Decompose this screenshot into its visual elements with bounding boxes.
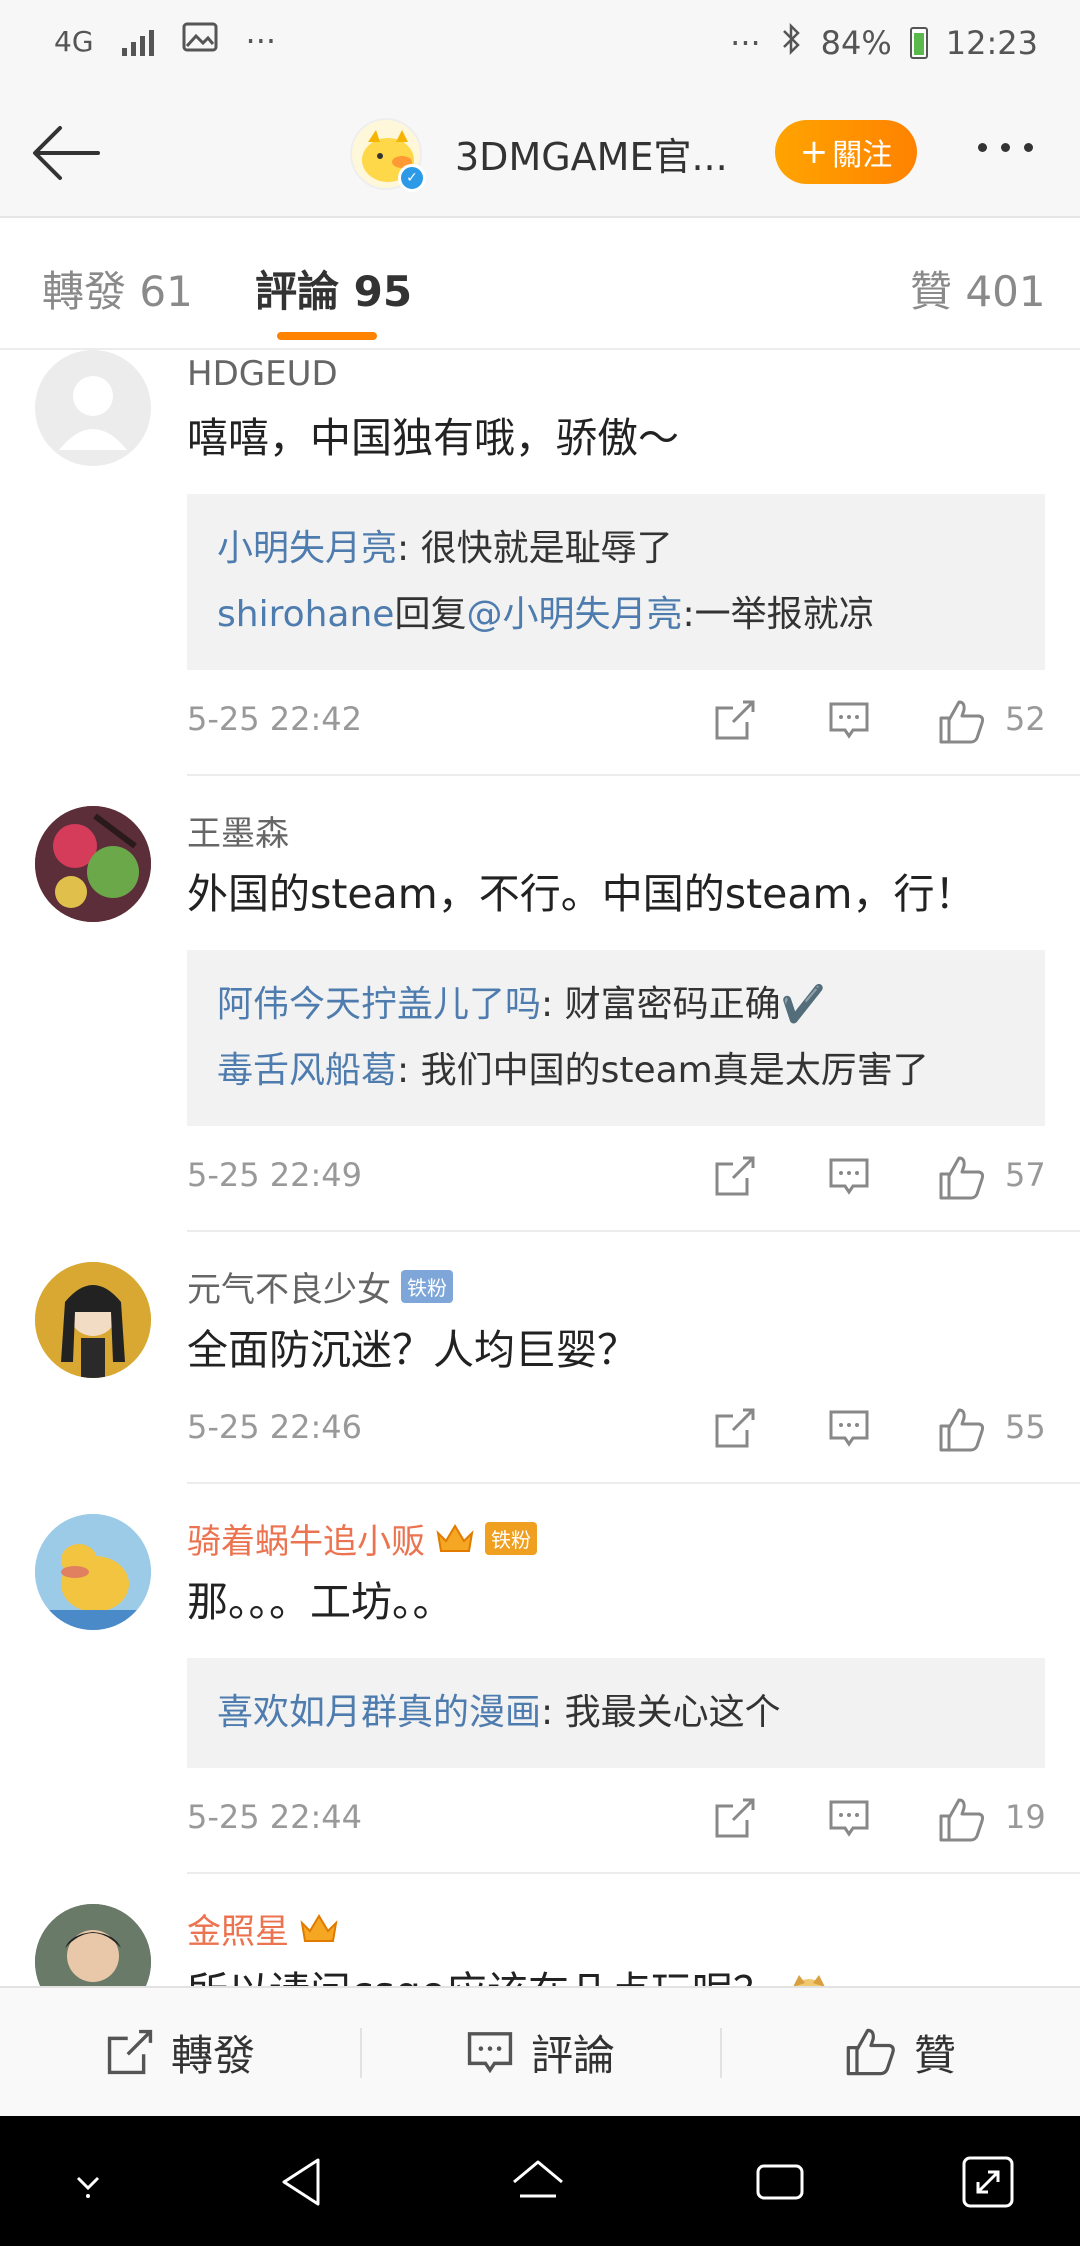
like-count: 19 [1005, 1798, 1046, 1836]
like-icon[interactable] [937, 1796, 987, 1844]
reply-item: 喜欢如月群真的漫画: 我最关心这个 [217, 1692, 781, 1733]
comment-item: V 金照星 所以请问csgo应该在几点玩呢？ [35, 1874, 1080, 1986]
tab-likes[interactable]: 贊 401 [910, 258, 1046, 319]
vip-crown-icon [436, 1524, 474, 1552]
reply-box[interactable]: 阿伟今天拧盖儿了吗: 财富密码正确✔️ 毒舌风船葛: 我们中国的steam真是太… [187, 950, 1045, 1126]
more-options-button[interactable] [978, 143, 1033, 152]
comment-item: 骑着蜗牛追小贩 铁粉 那。。。工坊。。 喜欢如月群真的漫画: 我最关心这个 5-… [35, 1484, 1080, 1874]
comment-username[interactable]: 元气不良少女 铁粉 [187, 1262, 1080, 1310]
like-icon[interactable] [937, 698, 987, 746]
follow-button[interactable]: + 關注 [775, 120, 917, 184]
like-count: 57 [1005, 1156, 1046, 1194]
avatar[interactable] [35, 1262, 151, 1378]
comment-item: 元气不良少女 铁粉 全面防沉迷？人均巨婴？ 5-25 22:46 55 [35, 1232, 1080, 1484]
reply-box[interactable]: 小明失月亮: 很快就是耻辱了 shirohane回复@小明失月亮:一举报就凉 [187, 494, 1045, 670]
like-count: 52 [1005, 700, 1046, 738]
network-label: 4G [54, 24, 94, 58]
comment-username[interactable]: 王墨森 [187, 806, 1080, 854]
comment-icon[interactable] [827, 1796, 871, 1840]
comment-text: 那。。。工坊。。 [187, 1578, 454, 1626]
avatar[interactable] [35, 806, 151, 922]
like-icon[interactable] [937, 1154, 987, 1202]
vip-crown-icon [300, 1914, 338, 1942]
bottom-action-bar: 轉發 評論 贊 [0, 1986, 1080, 2116]
verified-badge-icon: ✓ [398, 164, 426, 192]
comment-icon[interactable] [827, 1406, 871, 1450]
comment-text: 外国的steam，不行。中国的steam，行！ [187, 870, 976, 918]
comment-time: 5-25 22:42 [187, 700, 363, 738]
comment-text: 全面防沉迷？人均巨婴？ [187, 1326, 638, 1374]
comment-meta: 5-25 22:44 19 [187, 1768, 1080, 1872]
nav-recents-icon[interactable] [750, 2152, 810, 2212]
avatar[interactable] [35, 1904, 151, 1986]
tab-reposts[interactable]: 轉發 61 [42, 258, 193, 319]
comment-button[interactable]: 評論 [360, 1988, 720, 2116]
profile-name[interactable]: 3DMGAME官... [455, 126, 728, 181]
signal-icon [121, 26, 154, 56]
share-icon[interactable] [713, 1406, 757, 1450]
comment-time: 5-25 22:44 [187, 1798, 363, 1836]
gallery-icon [182, 22, 218, 60]
reply-item: 毒舌风船葛: 我们中国的steam真是太厉害了 [217, 1050, 929, 1091]
fan-badge: 铁粉 [485, 1521, 537, 1555]
repost-button[interactable]: 轉發 [0, 1988, 360, 2116]
comment-time: 5-25 22:49 [187, 1156, 363, 1194]
comment-icon[interactable] [827, 1154, 871, 1198]
comment-item: HDGEUD 嘻嘻，中国独有哦，骄傲～ 小明失月亮: 很快就是耻辱了 shiro… [35, 350, 1080, 776]
bluetooth-icon [779, 22, 803, 64]
like-icon[interactable] [937, 1406, 987, 1454]
avatar[interactable] [35, 1514, 151, 1630]
reply-item: shirohane回复@小明失月亮:一举报就凉 [217, 594, 875, 635]
status-bar: 4G ··· ··· 84% 12:23 [0, 0, 1080, 88]
battery-percent: 84% [820, 24, 892, 62]
system-nav-bar [0, 2116, 1080, 2246]
comment-icon [467, 2032, 513, 2074]
like-count: 55 [1005, 1408, 1046, 1446]
tab-bar: 轉發 61 評論 95 贊 401 [0, 218, 1080, 350]
comment-username[interactable]: 金照星 [187, 1904, 1080, 1952]
share-icon[interactable] [713, 698, 757, 742]
comment-username[interactable]: 骑着蜗牛追小贩 铁粉 [187, 1514, 1080, 1562]
more-status: ··· [730, 24, 761, 62]
active-tab-indicator [277, 332, 377, 340]
comment-username[interactable]: HDGEUD [187, 350, 1080, 398]
comment-text: 所以请问csgo应该在几点玩呢？ [187, 1964, 1080, 1986]
expand-icon[interactable] [958, 2152, 1018, 2212]
comment-time: 5-25 22:46 [187, 1408, 363, 1446]
reply-box[interactable]: 喜欢如月群真的漫画: 我最关心这个 [187, 1658, 1045, 1768]
like-icon [846, 2028, 895, 2076]
arrow-left-icon [33, 126, 100, 180]
nav-back-icon[interactable] [272, 2152, 332, 2212]
clock: 12:23 [945, 24, 1038, 62]
comment-meta: 5-25 22:42 52 [187, 670, 1080, 774]
reply-item: 小明失月亮: 很快就是耻辱了 [217, 528, 673, 569]
more-notifications: ··· [245, 22, 277, 60]
share-icon [107, 2029, 153, 2075]
battery-icon [909, 27, 928, 59]
plus-icon: + [799, 132, 829, 172]
doge-emoji-icon [793, 1975, 825, 1986]
follow-label: 關注 [832, 138, 893, 173]
top-header: ✓ 3DMGAME官... + 關注 [0, 88, 1080, 218]
comment-meta: 5-25 22:49 57 [187, 1126, 1080, 1230]
fan-badge: 铁粉 [401, 1269, 453, 1303]
back-button[interactable] [28, 118, 104, 188]
hide-keyboard-icon[interactable] [58, 2152, 118, 2212]
comment-list[interactable]: HDGEUD 嘻嘻，中国独有哦，骄傲～ 小明失月亮: 很快就是耻辱了 shiro… [0, 350, 1080, 1986]
comment-text: 嘻嘻，中国独有哦，骄傲～ [187, 414, 679, 462]
nav-home-icon[interactable] [508, 2152, 568, 2212]
avatar[interactable] [35, 350, 151, 466]
comment-icon[interactable] [827, 698, 871, 742]
comment-item: 王墨森 外国的steam，不行。中国的steam，行！ 阿伟今天拧盖儿了吗: 财… [35, 776, 1080, 1232]
share-icon[interactable] [713, 1796, 757, 1840]
share-icon[interactable] [713, 1154, 757, 1198]
like-button[interactable]: 贊 [720, 1988, 1080, 2116]
tab-comments[interactable]: 評論 95 [255, 258, 412, 319]
reply-item: 阿伟今天拧盖儿了吗: 财富密码正确✔️ [217, 984, 826, 1025]
comment-meta: 5-25 22:46 55 [187, 1378, 1080, 1482]
